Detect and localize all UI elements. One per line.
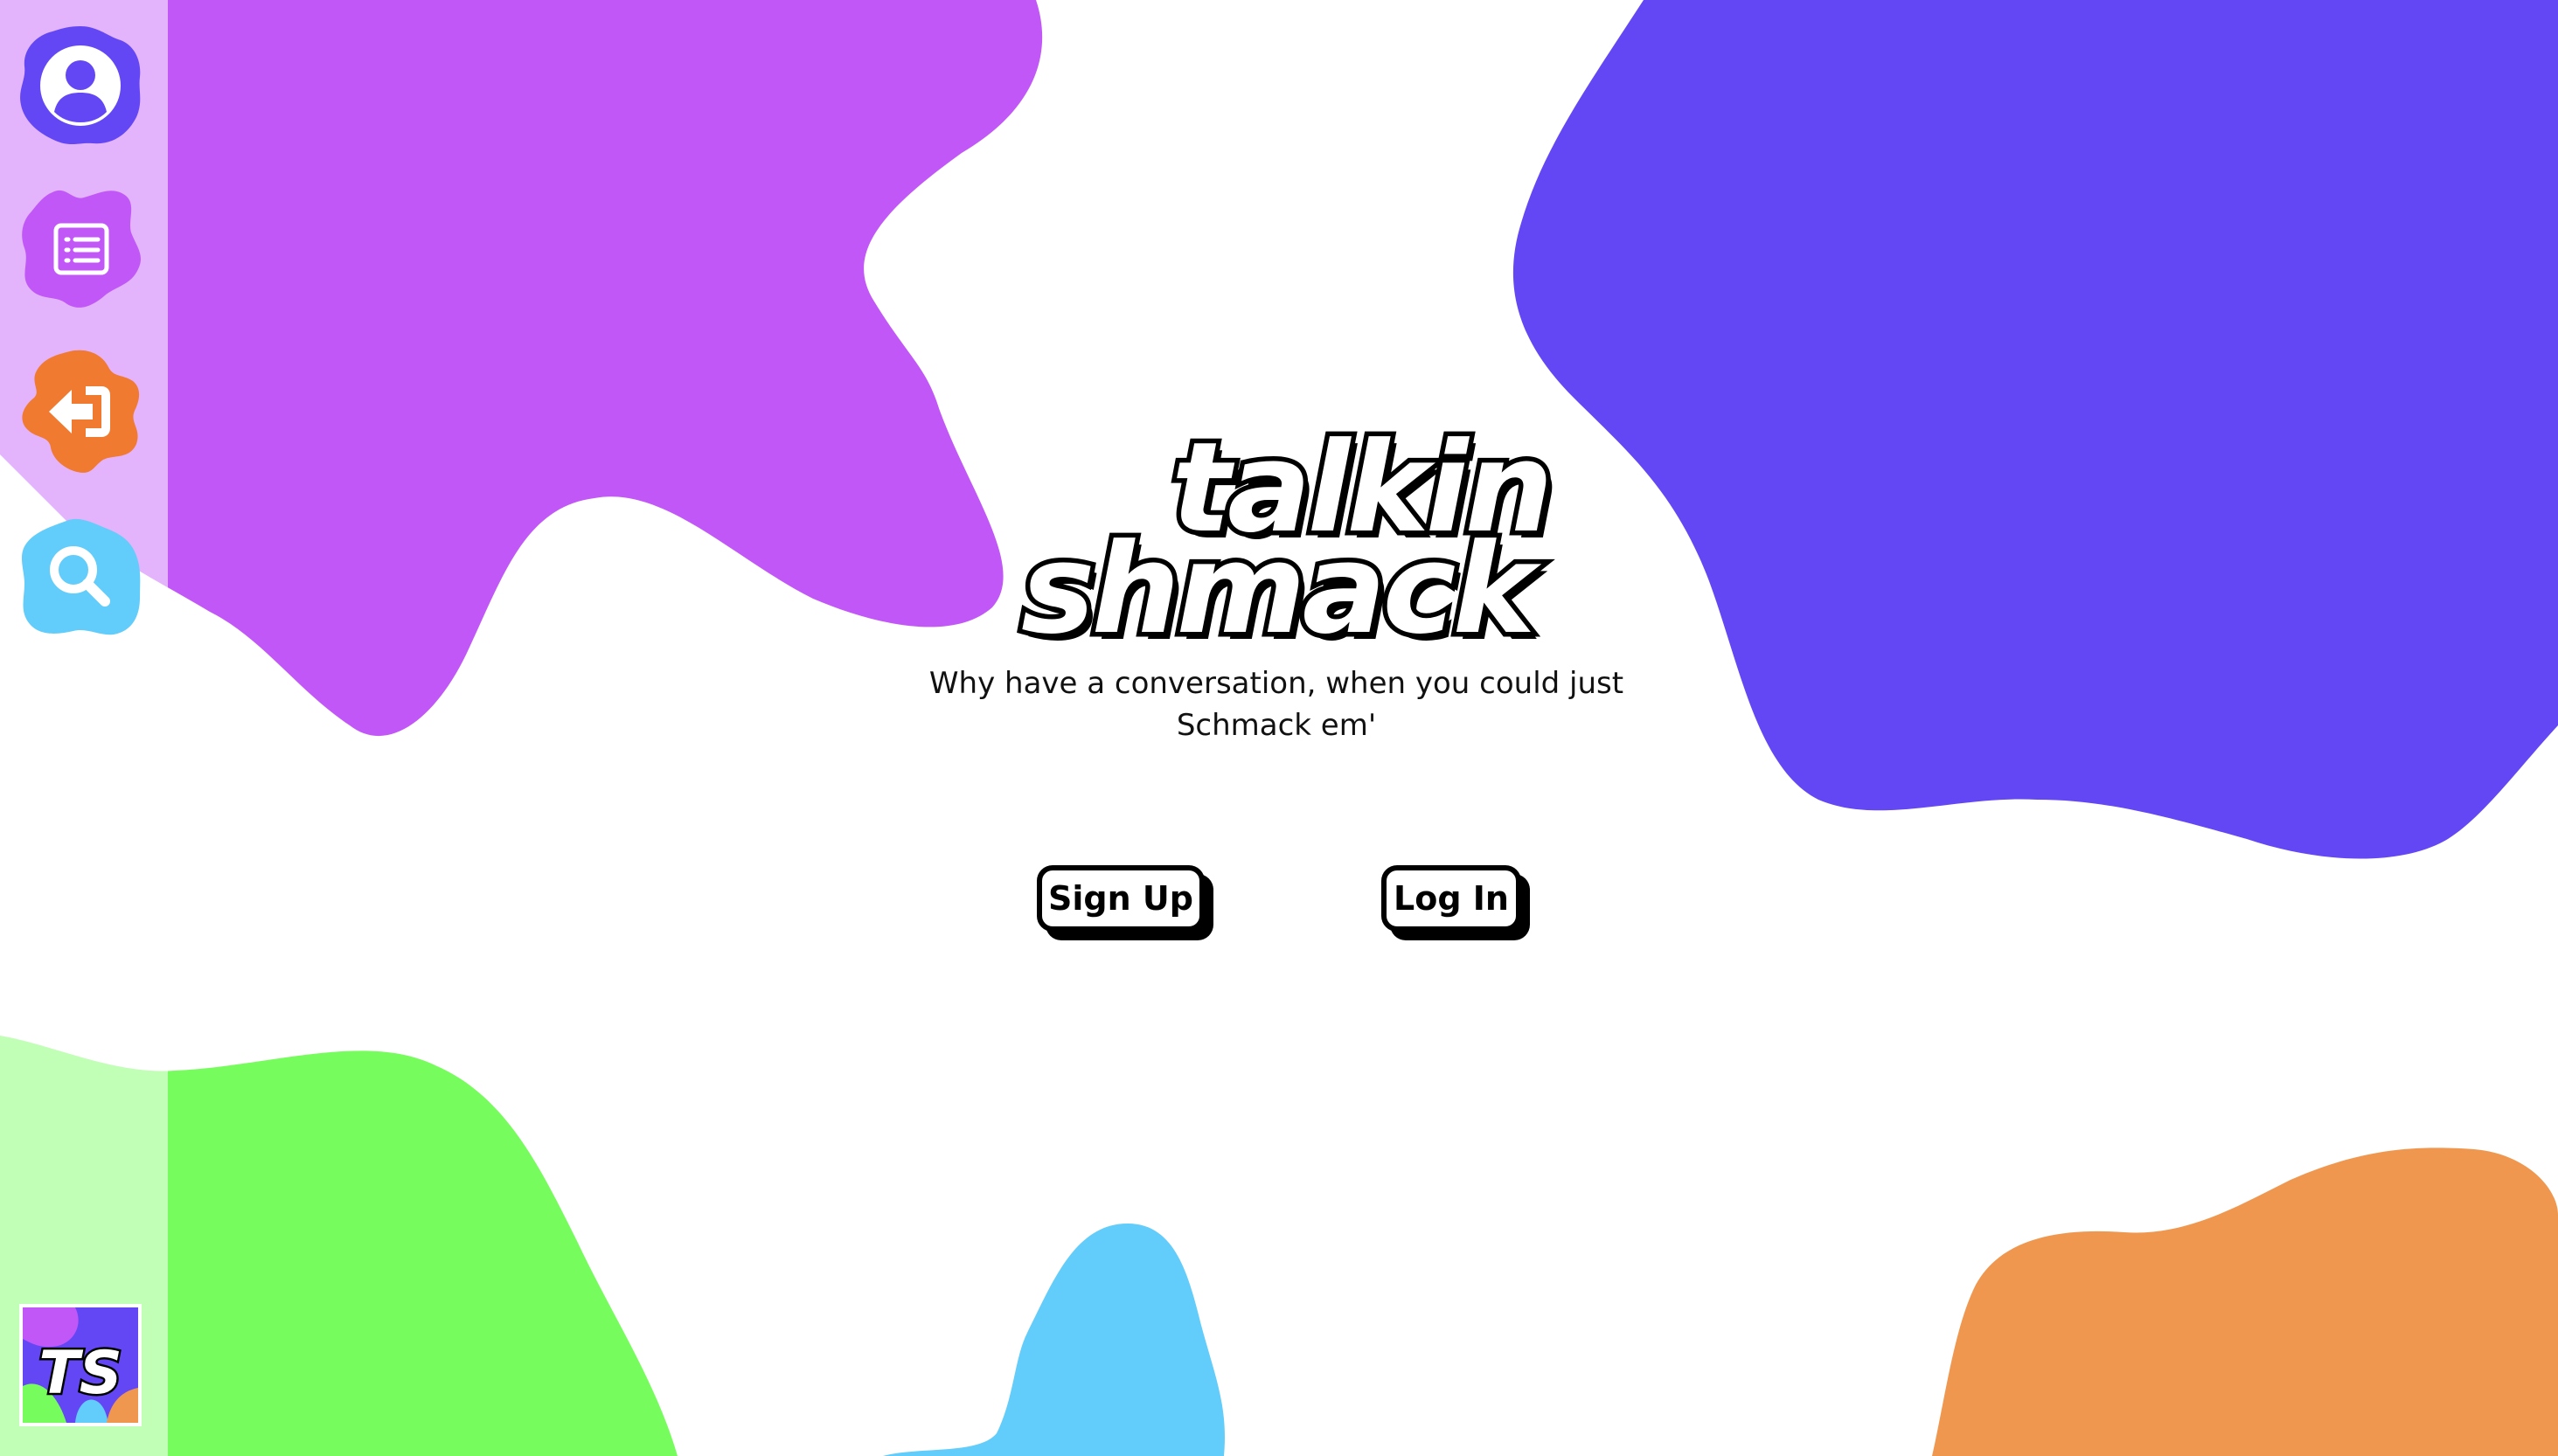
tagline-line-1: Why have a conversation, when you could … bbox=[928, 666, 1624, 701]
indigo-blob bbox=[1512, 0, 2558, 859]
tagline-line-2: Schmack em' bbox=[1176, 708, 1377, 743]
sidebar-item-feed[interactable] bbox=[17, 185, 143, 311]
brand-logo: talkin shmack bbox=[997, 421, 1558, 656]
sign-up-button[interactable]: Sign Up bbox=[1037, 865, 1205, 932]
sidebar-item-profile[interactable] bbox=[17, 23, 143, 149]
brand-logo-line-2: shmack bbox=[1016, 517, 1540, 662]
search-blob-shape bbox=[21, 518, 141, 635]
orange-blob bbox=[1932, 1147, 2558, 1456]
user-icon bbox=[40, 45, 121, 126]
sidebar-item-search[interactable] bbox=[17, 514, 143, 640]
log-in-button[interactable]: Log In bbox=[1381, 865, 1521, 932]
sidebar-item-logout[interactable] bbox=[17, 348, 143, 474]
sky-blob bbox=[883, 1224, 1225, 1456]
tagline: Why have a conversation, when you could … bbox=[927, 662, 1626, 746]
app-logo-text: TS bbox=[38, 1339, 122, 1408]
app-logo[interactable]: TS bbox=[19, 1304, 142, 1426]
